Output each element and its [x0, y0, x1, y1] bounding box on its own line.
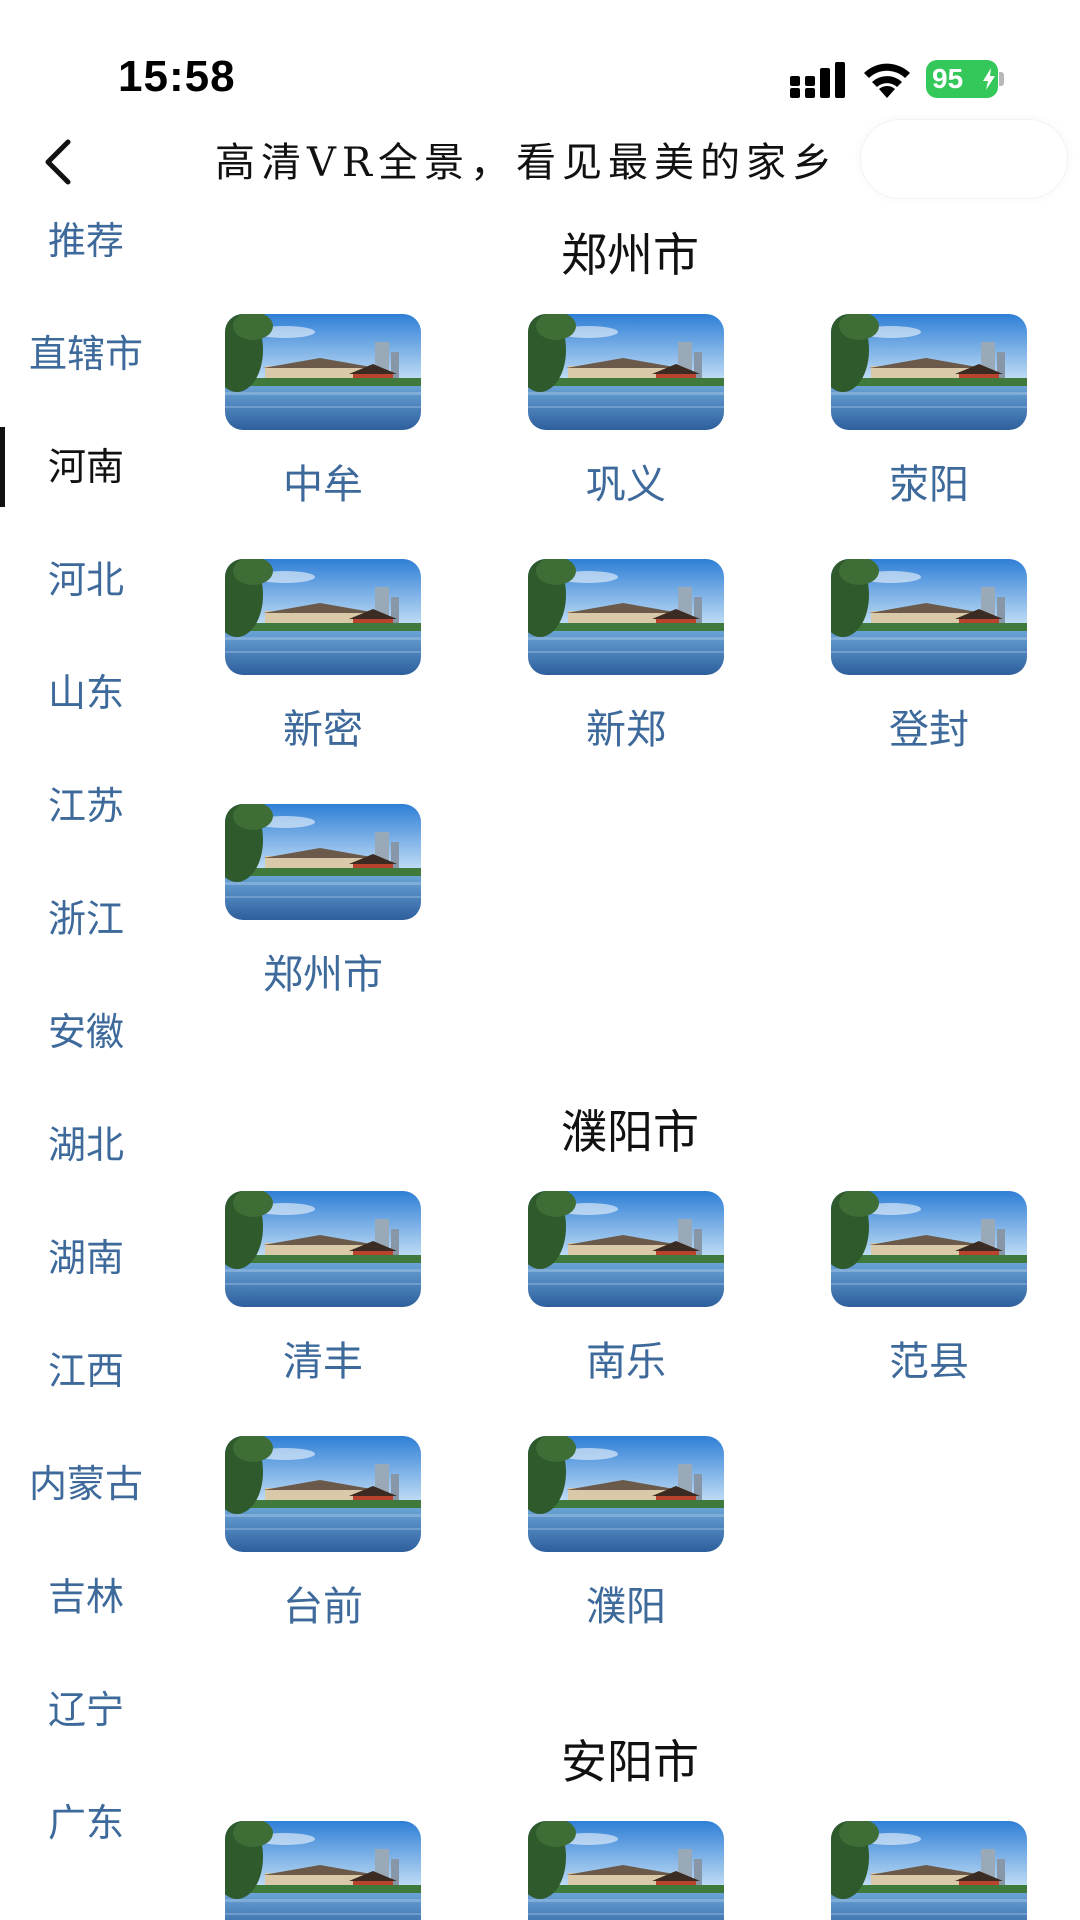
sidebar-item[interactable]: 山东: [0, 653, 172, 733]
active-indicator: [0, 427, 5, 507]
sidebar-item[interactable]: 江西: [0, 1331, 172, 1411]
sidebar-item[interactable]: 广东: [0, 1783, 172, 1863]
mini-program-capsule[interactable]: [860, 119, 1068, 199]
sidebar-item-label: 安徽: [47, 1010, 124, 1054]
sidebar-item[interactable]: 江苏: [0, 766, 172, 846]
city-name: 新郑: [586, 707, 666, 753]
city-name: 荥阳: [889, 462, 969, 508]
city-name: 范县: [889, 1339, 969, 1385]
sidebar-item[interactable]: 吉林: [0, 1557, 172, 1637]
city-name: 清丰: [283, 1339, 363, 1385]
city-thumbnail: [528, 1436, 724, 1552]
city-thumbnail: [831, 1821, 1027, 1920]
sidebar-item-label: 湖南: [47, 1236, 124, 1280]
battery-level: 95: [932, 63, 964, 94]
sidebar-item-label: 浙江: [47, 897, 124, 941]
sidebar-item[interactable]: 湖北: [0, 1105, 172, 1185]
city-name: 南乐: [586, 1339, 666, 1385]
section-title: 郑州市: [561, 228, 699, 282]
sidebar-item-label: 内蒙古: [28, 1462, 143, 1506]
sidebar-item-label: 吉林: [47, 1575, 124, 1619]
city-card[interactable]: 郑州市: [225, 804, 421, 1000]
sidebar-item-label: 广东: [47, 1801, 124, 1845]
city-thumbnail: [225, 1821, 421, 1920]
sidebar-item[interactable]: 安徽: [0, 992, 172, 1072]
city-card[interactable]: 新密: [225, 559, 421, 755]
city-card[interactable]: [225, 1821, 421, 1920]
sidebar-item-label: 河北: [47, 558, 124, 602]
city-card[interactable]: 荥阳: [831, 314, 1027, 510]
province-sidebar: 推荐直辖市河南河北山东江苏浙江安徽湖北湖南江西内蒙古吉林辽宁广东: [0, 201, 172, 1920]
charging-bolt-icon: [983, 68, 995, 90]
city-card[interactable]: 范县: [831, 1191, 1027, 1387]
city-card[interactable]: 台前: [225, 1436, 421, 1632]
sidebar-item-label: 江苏: [47, 784, 124, 828]
page-title: 高清VR全景，看见最美的家乡: [215, 140, 839, 186]
sidebar-item[interactable]: 辽宁: [0, 1670, 172, 1750]
section-title: 濮阳市: [561, 1105, 699, 1159]
chevron-left-icon: [45, 139, 71, 185]
city-name: 登封: [889, 707, 969, 753]
city-thumbnail: [225, 314, 421, 430]
battery-charging-icon: 95: [926, 60, 1004, 100]
sidebar-item[interactable]: 内蒙古: [0, 1444, 172, 1524]
city-thumbnail: [225, 1436, 421, 1552]
status-bar: 15:58 95: [0, 0, 1080, 120]
city-thumbnail: [831, 559, 1027, 675]
city-card[interactable]: 南乐: [528, 1191, 724, 1387]
section-title: 安阳市: [561, 1735, 699, 1789]
sidebar-item-label: 辽宁: [47, 1688, 124, 1732]
city-name: 巩义: [586, 462, 666, 508]
city-thumbnail: [528, 314, 724, 430]
city-name: 郑州市: [263, 952, 383, 998]
sidebar-item[interactable]: 河南: [0, 427, 172, 507]
sidebar-item[interactable]: 直辖市: [0, 314, 172, 394]
city-card[interactable]: 中牟: [225, 314, 421, 510]
cellular-signal-icon: [790, 62, 845, 98]
city-content: 郑州市 中牟 巩义 荥阳 新密 新郑 登封 郑州市 濮阳市 清丰 南乐 范县 台…: [200, 201, 1060, 1920]
back-button[interactable]: [28, 127, 88, 197]
sidebar-item[interactable]: 湖南: [0, 1218, 172, 1298]
city-thumbnail: [225, 1191, 421, 1307]
city-card[interactable]: [528, 1821, 724, 1920]
city-name: 台前: [283, 1584, 363, 1630]
status-time: 15:58: [118, 52, 236, 101]
sidebar-item-label: 山东: [47, 671, 124, 715]
city-card[interactable]: 新郑: [528, 559, 724, 755]
city-thumbnail: [831, 314, 1027, 430]
city-thumbnail: [528, 1191, 724, 1307]
city-card[interactable]: 清丰: [225, 1191, 421, 1387]
sidebar-item-label: 河南: [47, 445, 124, 489]
city-card[interactable]: 濮阳: [528, 1436, 724, 1632]
city-name: 濮阳: [586, 1584, 666, 1630]
wifi-icon: [864, 63, 910, 98]
city-thumbnail: [225, 804, 421, 920]
sidebar-item-label: 江西: [47, 1349, 124, 1393]
city-thumbnail: [528, 1821, 724, 1920]
city-thumbnail: [528, 559, 724, 675]
city-name: 中牟: [283, 462, 363, 508]
sidebar-item[interactable]: 推荐: [0, 201, 172, 281]
city-card[interactable]: [831, 1821, 1027, 1920]
sidebar-item-label: 推荐: [47, 219, 124, 263]
sidebar-item[interactable]: 浙江: [0, 879, 172, 959]
city-thumbnail: [225, 559, 421, 675]
city-name: 新密: [283, 707, 363, 753]
sidebar-item[interactable]: 河北: [0, 540, 172, 620]
city-card[interactable]: 登封: [831, 559, 1027, 755]
city-card[interactable]: 巩义: [528, 314, 724, 510]
sidebar-item-label: 直辖市: [28, 332, 143, 376]
sidebar-item-label: 湖北: [47, 1123, 124, 1167]
city-thumbnail: [831, 1191, 1027, 1307]
nav-bar: 高清VR全景，看见最美的家乡: [0, 115, 1080, 205]
